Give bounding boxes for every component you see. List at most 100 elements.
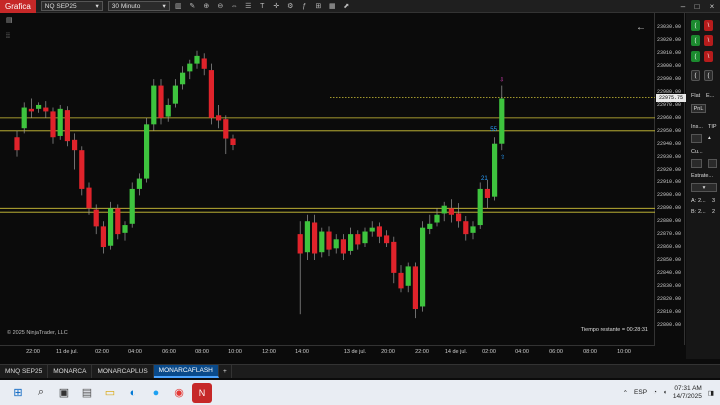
account-box[interactable]: [691, 159, 702, 168]
candle-body: [172, 85, 178, 104]
chart-panel[interactable]: 55 21 ⇧ ⇩ ▤ ⁞⁞ ← © 2025 NinjaTrader, LLC Ti…: [0, 13, 655, 345]
strategy-dropdown[interactable]: ▾: [691, 183, 717, 192]
strategy-icon[interactable]: ⚙: [285, 1, 296, 11]
edge-icon[interactable]: ◐: [123, 383, 143, 403]
scroll-icon[interactable]: ⇔: [229, 1, 240, 11]
tab-monarcaplus[interactable]: MONARCAPLUS: [92, 365, 154, 378]
candle-body: [492, 143, 498, 197]
arrow-down-marker: ⇩: [499, 77, 504, 84]
candle-body: [441, 205, 447, 214]
button-row-4: ( (: [691, 70, 713, 81]
candle-body: [477, 188, 483, 226]
network-icon[interactable]: ◔: [653, 389, 657, 396]
text-icon[interactable]: T: [257, 1, 268, 11]
ninjatrader-icon[interactable]: N: [192, 382, 212, 403]
account-toggle[interactable]: [708, 159, 717, 168]
price-axis-label: 22910.00: [657, 179, 682, 186]
price-axis-label: 22890.00: [657, 205, 682, 212]
buy-button[interactable]: (: [691, 20, 700, 31]
arrow-up-marker: ⇧: [500, 154, 505, 161]
candlestick-chart[interactable]: 55 21 ⇧ ⇩: [0, 13, 655, 345]
candle-body: [187, 63, 193, 72]
add-tab-button[interactable]: +: [219, 365, 232, 378]
chrome-icon[interactable]: ◉: [169, 383, 189, 403]
candle-body: [412, 266, 418, 310]
indicator-icon[interactable]: ƒ: [299, 1, 310, 11]
back-arrow-icon[interactable]: ←: [636, 22, 646, 33]
attach-icon[interactable]: ⊞: [313, 1, 324, 11]
candle-body: [108, 208, 114, 246]
volume-icon[interactable]: ◖: [663, 389, 667, 396]
price-axis[interactable]: 23030.00 23020.00 23010.00 23000.00 22990.00…: [655, 13, 685, 345]
crosshair-icon[interactable]: ✛: [271, 1, 282, 11]
language-indicator[interactable]: ESP: [634, 389, 647, 396]
candle-body: [362, 231, 368, 244]
close-icon[interactable]: ×: [705, 0, 719, 13]
candle-body: [348, 234, 354, 251]
candle-body: [201, 58, 207, 69]
grid-icon[interactable]: ▦: [327, 1, 338, 11]
time-axis-label: 14 de jul.: [444, 349, 468, 355]
tab-monarca[interactable]: MONARCA: [48, 365, 93, 378]
candle-body: [21, 107, 27, 129]
chevron-up-icon[interactable]: ⌃: [623, 389, 628, 397]
clock[interactable]: 07:31 AM 14/7/2025: [673, 385, 702, 401]
time-axis[interactable]: 22:00 11 de jul. 02:00 04:00 06:00 08:00 10:00…: [0, 345, 655, 359]
quantity-arrow-icon[interactable]: ▴: [708, 135, 711, 141]
time-axis-label: 22:00: [415, 349, 429, 355]
button-row-3: ( \: [691, 51, 713, 62]
price-axis-label: 22990.00: [657, 76, 682, 83]
properties-icon[interactable]: ☰: [243, 1, 254, 11]
timeframe-selector[interactable]: 30 Minuto ▾: [107, 1, 170, 11]
pnl-button[interactable]: PnL: [691, 104, 706, 113]
candle-body: [355, 234, 361, 245]
grid-dots-icon[interactable]: ⁞⁞: [6, 33, 18, 43]
instrument-selector[interactable]: NQ SEP25 ▾: [40, 1, 103, 11]
copyright-text: © 2025 NinjaTrader, LLC: [7, 330, 68, 336]
sell-limit-button[interactable]: \: [704, 35, 713, 46]
close-position-button[interactable]: (: [704, 70, 713, 81]
tab-mnq-sep25[interactable]: MNQ SEP25: [0, 365, 49, 378]
windows-start-icon[interactable]: ⊞: [8, 383, 28, 403]
button-row-1: ( \: [691, 20, 713, 31]
zoom-in-icon[interactable]: ⊕: [201, 1, 212, 11]
search-icon[interactable]: ⌕: [31, 383, 51, 403]
task-view-icon[interactable]: ▣: [54, 383, 74, 403]
buy-limit-button[interactable]: (: [691, 35, 700, 46]
share-icon[interactable]: ⬈: [341, 1, 352, 11]
quantity-box[interactable]: [691, 134, 702, 143]
buy-stop-button[interactable]: (: [691, 51, 700, 62]
candle-body: [64, 110, 70, 142]
time-axis-label: 13 de jul.: [343, 349, 367, 355]
price-axis-label: 22930.00: [657, 153, 682, 160]
candle-body: [57, 108, 63, 136]
time-axis-label: 14:00: [295, 349, 309, 355]
candle-body: [456, 213, 462, 222]
candle-body: [420, 227, 426, 307]
candle-body: [208, 70, 214, 118]
bar-chart-icon[interactable]: ▥: [173, 1, 184, 11]
a-count: 3: [712, 198, 716, 204]
widgets-icon[interactable]: ▤: [77, 383, 97, 403]
marker-55-label: 55: [490, 127, 497, 133]
candle-body: [86, 187, 92, 209]
file-explorer-icon[interactable]: ▭: [100, 383, 120, 403]
zoom-out-icon[interactable]: ⊖: [215, 1, 226, 11]
candle-body: [376, 226, 382, 237]
maximize-icon[interactable]: □: [690, 0, 704, 13]
chart-menu-icon[interactable]: ▤: [6, 16, 18, 26]
minimize-icon[interactable]: –: [676, 0, 690, 13]
price-axis-label: 23010.00: [657, 50, 682, 57]
tab-monarcaflash[interactable]: MONARCAFLASH: [153, 365, 219, 378]
reverse-button[interactable]: (: [691, 70, 700, 81]
b-label: B:: [691, 209, 697, 215]
drawing-tool-icon[interactable]: ✎: [187, 1, 198, 11]
time-axis-label: 20:00: [381, 349, 395, 355]
app-label[interactable]: Grafica: [0, 0, 36, 13]
app-icon[interactable]: ●: [146, 383, 166, 403]
price-axis-label: 22970.00: [657, 101, 682, 108]
notification-icon[interactable]: ◨: [708, 389, 714, 397]
price-axis-label: 22880.00: [657, 218, 682, 225]
sell-button[interactable]: \: [704, 20, 713, 31]
sell-stop-button[interactable]: \: [704, 51, 713, 62]
